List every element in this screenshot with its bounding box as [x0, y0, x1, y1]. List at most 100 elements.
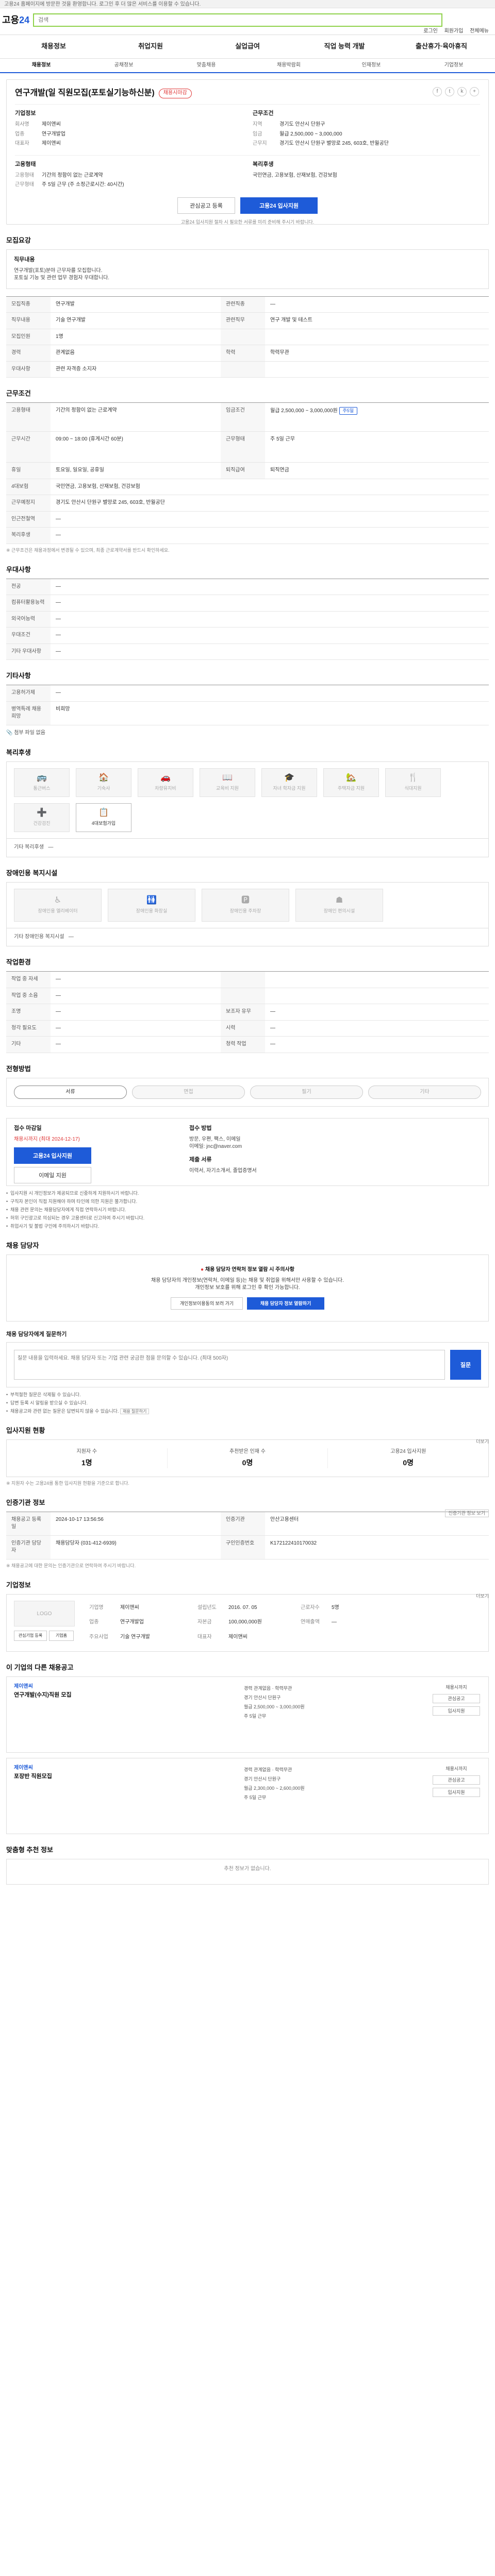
stat-item: 지원자 수 1명 [7, 1448, 168, 1468]
section-title: 채용 담당자 [6, 1242, 39, 1250]
table-row: 주요사업 기술 연구개발 대표자 제이앤씨 [89, 1630, 481, 1645]
similar-section: 이 기업의 다른 채용공고 제이앤씨 연구개발(수지)직원 모집 경력 관계없음… [6, 1663, 489, 1834]
allmenu-link[interactable]: 전체메뉴 [470, 28, 489, 34]
table-key: 근로자수 [301, 1604, 320, 1611]
kakao-icon[interactable]: k [457, 87, 467, 96]
table-value: 1명 [51, 329, 221, 346]
table-row: 고용형태 기간의 정함이 없는 근로계약 임금조건 월급 2,500,000 ~ 3,… [6, 402, 489, 432]
inquiry-link-button[interactable]: 채용 질문하기 [120, 1408, 150, 1414]
logo[interactable]: 고용24 [2, 13, 29, 27]
signup-link[interactable]: 회원가입 [444, 28, 464, 34]
table-row: 직무내용 기술 연구개발 관련직무 연구 개발 및 테스트 [6, 312, 489, 329]
company-home-button[interactable]: 기업홈 [49, 1630, 74, 1641]
site-header: 고용24 로그인 회원가입 전체메뉴 [0, 8, 495, 35]
recommend-empty: 추천 정보가 없습니다. [6, 1858, 489, 1885]
nav-item-benefits[interactable]: 실업급여 [199, 42, 296, 52]
table-value: 연구 개발 및 테스트 [265, 312, 489, 329]
similar-job-card[interactable]: 제이앤씨 포장반 직원모집 경력 관계없음 · 학력무관 경기 안산시 단원구 … [6, 1757, 489, 1834]
table-row: 고용허가제 — [6, 685, 489, 702]
job-actions: 관심공고 등록 고용24 입사지원 [15, 197, 480, 214]
table-row: 기업명 제이앤씨 설립년도 2016. 07. 05 근로자수 5명 [89, 1601, 481, 1616]
kv-key: 근무지 [253, 141, 267, 147]
company-more-link[interactable]: 더보기 [476, 1593, 489, 1600]
table-key: 청각 필요도 [6, 1020, 51, 1037]
table-value: 09:00 ~ 18:00 (휴게시간 60분) [51, 431, 221, 463]
similar-deadline: 채용시까지 [446, 1684, 467, 1690]
kv-row: 국민연금, 고용보험, 산재보험, 건강보험 [253, 172, 480, 180]
search-input[interactable] [34, 14, 441, 26]
similar-job-card[interactable]: 제이앤씨 연구개발(수지)직원 모집 경력 관계없음 · 학력무관 경기 안산시… [6, 1676, 489, 1753]
table-key: 복리후생 [6, 527, 51, 544]
privacy-consent-button[interactable]: 개인정보이용동의 보러 가기 [171, 1297, 243, 1310]
etc-table: 고용허가제 — 병역특례 채용희망 비희망 [6, 685, 489, 725]
similar-apply-button[interactable]: 입사지원 [433, 1706, 480, 1716]
tab-jobs[interactable]: 채용정보 [0, 62, 82, 70]
section-title: 기타사항 [6, 672, 31, 680]
similar-apply-button[interactable]: 입사지원 [433, 1787, 480, 1797]
table-key [221, 971, 265, 988]
table-key: 컴퓨터활용능력 [6, 595, 51, 612]
qualification-block: 고용형태 고용형태 기간의 정함이 없는 근로계약 근무형태 주 5일 근무 (주 … [15, 161, 242, 191]
table-key: 직무내용 [6, 312, 51, 329]
similar-save-button[interactable]: 관심공고 [433, 1693, 480, 1703]
nav-item-support[interactable]: 취업지원 [102, 42, 199, 52]
facility-label: 장애인용 화장실 [136, 908, 168, 913]
section-title: 맞춤형 추천 정보 [6, 1845, 53, 1854]
similar-save-button[interactable]: 관심공고 [433, 1775, 480, 1785]
search-bar[interactable] [33, 13, 442, 27]
table-value: K172122410170032 [265, 1535, 489, 1560]
apply-section: 접수 마감일 채용시까지 (최대 2024-12-17) 고용24 입사지원 이… [6, 1117, 489, 1230]
similar-detail: 경기 안산시 단원구 [244, 1776, 281, 1782]
benefit-label: 기숙사 [97, 786, 110, 791]
table-key: 모집직종 [6, 296, 51, 313]
recommend-section: 맞춤형 추천 정보 추천 정보가 없습니다. [6, 1845, 489, 1895]
table-key [221, 329, 265, 346]
table-key: 근무예정지 [6, 495, 51, 512]
tab-talent[interactable]: 인재정보 [330, 62, 412, 70]
view-contact-button[interactable]: 채용 담당자 정보 열람하기 [247, 1297, 324, 1310]
table-key [221, 988, 265, 1005]
table-value: — [51, 511, 489, 528]
apply-button-2[interactable]: 고용24 입사지원 [14, 1147, 91, 1164]
kv-row: 임금 월급 2,500,000 ~ 3,000,000 [253, 131, 480, 139]
save-job-button[interactable]: 관심공고 등록 [177, 197, 235, 214]
section-title: 근무조건 [6, 389, 31, 398]
health-icon: ➕ [37, 808, 47, 818]
tab-company[interactable]: 기업정보 [412, 62, 495, 70]
agency-info-button[interactable]: 인증기관 정보 보기 [444, 1509, 489, 1517]
other-facility-value: — [68, 934, 74, 940]
inquiry-textarea[interactable] [14, 1349, 445, 1380]
list-item: 취업사기 및 불법 구인에 주의하시기 바랍니다. [6, 1223, 489, 1230]
apply-button[interactable]: 고용24 입사지원 [240, 197, 318, 214]
email-apply-button[interactable]: 이메일 지원 [14, 1167, 91, 1184]
login-link[interactable]: 로그인 [423, 28, 438, 34]
tab-fair[interactable]: 채용박람회 [248, 62, 330, 70]
table-row: 근무시간 09:00 ~ 18:00 (휴게시간 60분) 근무형태 주 5일 근무 [6, 431, 489, 463]
apply-panel: 접수 마감일 채용시까지 (최대 2024-12-17) 고용24 입사지원 이… [6, 1117, 489, 1186]
benefit-item: ➕ 건강검진 [14, 803, 70, 833]
table-key [221, 361, 265, 378]
table-value: — [51, 579, 489, 596]
more-share-icon[interactable]: + [470, 87, 479, 96]
stats-more-link[interactable]: 더보기 [476, 1438, 489, 1445]
company-info-table: 기업명 제이앤씨 설립년도 2016. 07. 05 근로자수 5명 업종 연구개발업 자본금… [89, 1601, 481, 1645]
nav-item-leave[interactable]: 출산휴가·육아휴직 [393, 42, 490, 52]
like-company-button[interactable]: 관심기업 등록 [14, 1630, 47, 1641]
sub-tabs: 채용정보 공채정보 맞춤채용 채용박람회 인재정보 기업정보 [0, 59, 495, 73]
facebook-icon[interactable]: f [433, 87, 442, 96]
salary-value: 월급 2,500,000 ~ 3,000,000원 [270, 408, 338, 414]
similar-deadline: 채용시까지 [446, 1766, 467, 1771]
logo-num: 24 [19, 15, 30, 25]
tab-custom[interactable]: 맞춤채용 [165, 62, 248, 70]
section-title: 장애인용 복지시설 [6, 869, 58, 877]
facility-item: ♿ 장애인용 엘리베이터 [14, 888, 102, 922]
nav-item-jobs[interactable]: 채용정보 [5, 42, 102, 52]
similar-details: 경력 관계없음 · 학력무관 경기 안산시 단원구 월급 2,300,000 ~… [244, 1767, 373, 1804]
inquiry-submit-button[interactable]: 질문 [450, 1349, 481, 1380]
twitter-icon[interactable]: t [445, 87, 454, 96]
divider [15, 155, 480, 156]
table-value: 채용담당자 (031-412-6939) [51, 1535, 221, 1560]
list-item: 부적절한 질문은 삭제될 수 있습니다. [6, 1392, 489, 1398]
nav-item-training[interactable]: 직업 능력 개발 [296, 42, 393, 52]
tab-public[interactable]: 공채정보 [82, 62, 165, 70]
